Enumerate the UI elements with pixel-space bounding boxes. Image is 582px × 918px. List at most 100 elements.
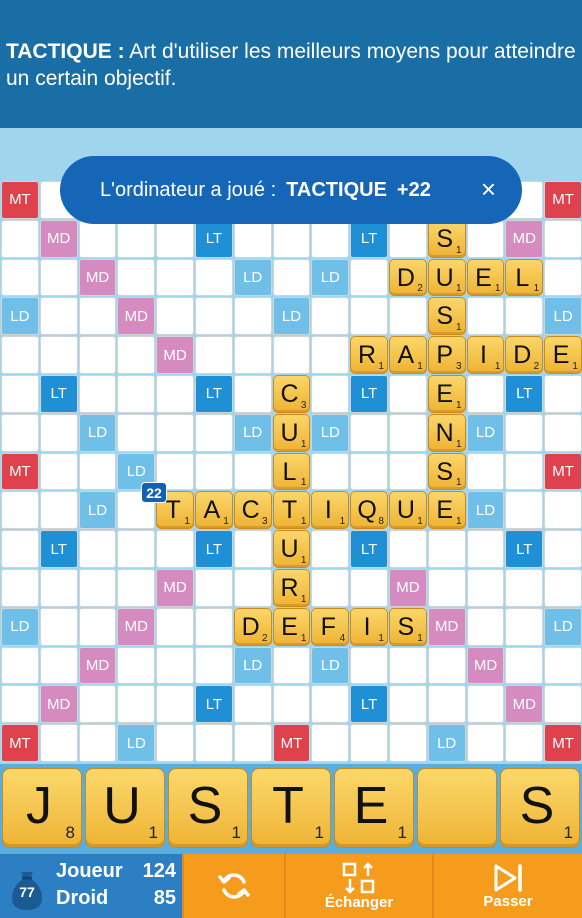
- board-cell[interactable]: [117, 569, 156, 607]
- board-cell[interactable]: [505, 607, 544, 646]
- board-cell[interactable]: [233, 452, 272, 491]
- board-cell[interactable]: [272, 646, 311, 685]
- board-cell[interactable]: [78, 607, 117, 646]
- board-cell[interactable]: [233, 297, 272, 336]
- board-cell[interactable]: [117, 413, 156, 452]
- board-cell[interactable]: [311, 530, 350, 568]
- board-cell-md[interactable]: MD: [389, 569, 427, 607]
- board-cell-lt[interactable]: LT: [350, 685, 388, 724]
- board-cell[interactable]: [466, 452, 505, 491]
- board-cell-mt[interactable]: MT: [272, 724, 311, 762]
- board-cell-ld[interactable]: LD: [427, 724, 466, 762]
- board-cell[interactable]: [544, 569, 582, 607]
- board-cell[interactable]: [39, 336, 78, 374]
- board-cell[interactable]: [389, 219, 427, 258]
- board-cell[interactable]: [195, 607, 233, 646]
- board-cell[interactable]: [311, 452, 350, 491]
- board-cell[interactable]: [39, 724, 78, 762]
- board-cell-ld[interactable]: LD: [233, 258, 272, 297]
- rack-tile[interactable]: U1: [85, 768, 165, 848]
- board-cell[interactable]: [544, 491, 582, 530]
- board-cell[interactable]: [350, 646, 388, 685]
- board-cell[interactable]: [272, 219, 311, 258]
- board-cell-mt[interactable]: MT: [544, 452, 582, 491]
- board-cell[interactable]: [466, 530, 505, 568]
- rack-tile[interactable]: S1: [500, 768, 580, 848]
- board-cell[interactable]: [78, 530, 117, 568]
- board-cell[interactable]: [466, 607, 505, 646]
- board-cell[interactable]: [156, 724, 194, 762]
- game-board[interactable]: MTLDMTLDMTMDLTLTMDMDLDLDMDLDMDLDMDLDMDMD…: [0, 180, 582, 762]
- board-cell-lt[interactable]: LT: [195, 375, 233, 413]
- board-cell[interactable]: [1, 336, 39, 374]
- board-cell[interactable]: [311, 724, 350, 762]
- board-cell[interactable]: [427, 530, 466, 568]
- board-cell[interactable]: [195, 452, 233, 491]
- board-cell[interactable]: [39, 297, 78, 336]
- board-cell[interactable]: [1, 258, 39, 297]
- board-cell[interactable]: [544, 646, 582, 685]
- board-cell-md[interactable]: MD: [39, 685, 78, 724]
- board-cell-lt[interactable]: LT: [39, 375, 78, 413]
- board-cell[interactable]: [233, 569, 272, 607]
- board-cell[interactable]: [505, 491, 544, 530]
- board-cell[interactable]: [544, 413, 582, 452]
- board-cell[interactable]: [117, 646, 156, 685]
- board-cell[interactable]: [311, 297, 350, 336]
- board-cell[interactable]: [311, 685, 350, 724]
- board-cell[interactable]: [1, 413, 39, 452]
- board-cell[interactable]: [156, 646, 194, 685]
- board-cell-md[interactable]: MD: [505, 219, 544, 258]
- board-cell[interactable]: [505, 297, 544, 336]
- board-cell-ld[interactable]: LD: [272, 297, 311, 336]
- board-cell[interactable]: [1, 219, 39, 258]
- board-cell[interactable]: [156, 685, 194, 724]
- close-icon[interactable]: ×: [481, 174, 496, 204]
- board-cell[interactable]: [389, 452, 427, 491]
- board-cell[interactable]: [195, 258, 233, 297]
- board-cell[interactable]: [39, 607, 78, 646]
- board-cell[interactable]: [195, 413, 233, 452]
- board-cell[interactable]: [117, 219, 156, 258]
- board-cell[interactable]: [78, 452, 117, 491]
- board-cell[interactable]: [311, 219, 350, 258]
- board-cell[interactable]: [39, 413, 78, 452]
- board-cell-ld[interactable]: LD: [311, 258, 350, 297]
- board-cell[interactable]: [156, 530, 194, 568]
- board-cell[interactable]: [233, 530, 272, 568]
- board-cell-ld[interactable]: LD: [311, 413, 350, 452]
- board-cell[interactable]: [1, 375, 39, 413]
- board-cell[interactable]: [195, 646, 233, 685]
- board-cell-mt[interactable]: MT: [1, 181, 39, 219]
- rack-tile[interactable]: T1: [251, 768, 331, 848]
- board-cell[interactable]: [195, 297, 233, 336]
- board-cell-lt[interactable]: LT: [350, 530, 388, 568]
- board-cell[interactable]: [272, 336, 311, 374]
- board-cell-ld[interactable]: LD: [117, 724, 156, 762]
- board-cell[interactable]: [156, 258, 194, 297]
- board-cell[interactable]: [78, 336, 117, 374]
- board-cell[interactable]: [39, 646, 78, 685]
- board-cell[interactable]: [311, 375, 350, 413]
- board-cell[interactable]: [156, 375, 194, 413]
- board-cell[interactable]: [466, 375, 505, 413]
- board-cell-ld[interactable]: LD: [466, 491, 505, 530]
- board-cell-lt[interactable]: LT: [350, 219, 388, 258]
- exchange-button[interactable]: Échanger: [284, 854, 432, 918]
- board-cell[interactable]: [350, 258, 388, 297]
- board-cell[interactable]: [427, 646, 466, 685]
- board-cell[interactable]: [466, 724, 505, 762]
- board-cell[interactable]: [389, 685, 427, 724]
- board-cell[interactable]: [117, 258, 156, 297]
- board-cell[interactable]: [117, 375, 156, 413]
- board-cell[interactable]: [195, 724, 233, 762]
- rack-tile[interactable]: S1: [168, 768, 248, 848]
- board-cell-md[interactable]: MD: [78, 646, 117, 685]
- board-cell[interactable]: [311, 569, 350, 607]
- board-cell[interactable]: [39, 569, 78, 607]
- board-cell[interactable]: [272, 258, 311, 297]
- board-cell-lt[interactable]: LT: [195, 219, 233, 258]
- board-cell-md[interactable]: MD: [466, 646, 505, 685]
- board-cell[interactable]: [195, 569, 233, 607]
- board-cell[interactable]: [350, 413, 388, 452]
